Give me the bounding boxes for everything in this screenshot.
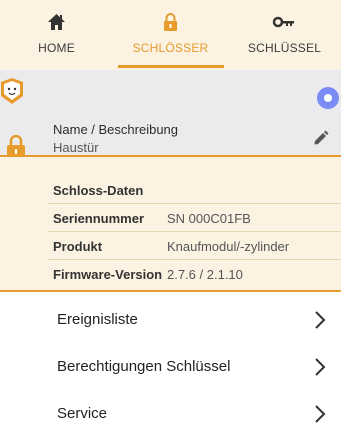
chevron-right-icon: [315, 311, 326, 329]
divider-bottom: [0, 290, 341, 292]
product-value: Knaufmodul/-zylinder: [167, 239, 290, 254]
tab-schluessel-label: SCHLÜSSEL: [247, 41, 322, 55]
name-value: Haustür: [53, 140, 99, 155]
tab-schluessel[interactable]: SCHLÜSSEL: [228, 0, 341, 70]
lock-card: [0, 70, 341, 155]
key-icon: [272, 16, 294, 28]
tab-schloesser[interactable]: SCHLÖSSER: [114, 0, 227, 70]
menu-item-label: Ereignisliste: [57, 311, 138, 328]
name-label: Name / Beschreibung: [53, 122, 179, 137]
status-dot-button[interactable]: [317, 87, 339, 109]
divider: [48, 203, 341, 204]
divider: [48, 259, 341, 260]
active-tab-indicator: [118, 65, 224, 68]
tab-bar: HOME SCHLÖSSER SCHLÜSSEL: [0, 0, 341, 70]
tab-home-label: HOME: [38, 41, 75, 55]
schloss-daten-header: Schloss-Daten: [53, 183, 144, 198]
product-label: Produkt: [53, 239, 103, 254]
menu-item-label: Berechtigungen Schlüssel: [57, 358, 231, 375]
chevron-right-icon: [315, 358, 326, 376]
status-dot-inner: [324, 94, 332, 102]
serial-label: Seriennummer: [53, 211, 145, 226]
divider: [48, 231, 341, 232]
menu-item-service[interactable]: Service: [0, 391, 341, 437]
lock-icon: [164, 13, 177, 31]
firmware-label: Firmware-Version: [53, 267, 163, 282]
edit-pencil-icon[interactable]: [312, 130, 329, 147]
home-icon: [48, 14, 65, 30]
chevron-right-icon: [315, 405, 326, 423]
menu-item-berechtigungen[interactable]: Berechtigungen Schlüssel: [0, 344, 341, 390]
serial-value: SN 000C01FB: [167, 211, 251, 226]
menu-item-ereignisliste[interactable]: Ereignisliste: [0, 297, 341, 343]
divider-top: [0, 155, 341, 157]
lion-logo-icon: [1, 78, 23, 104]
tab-schloesser-label: SCHLÖSSER: [132, 41, 209, 55]
firmware-value: 2.7.6 / 2.1.10: [167, 267, 243, 282]
tab-home[interactable]: HOME: [0, 0, 113, 70]
menu-item-label: Service: [57, 405, 108, 422]
